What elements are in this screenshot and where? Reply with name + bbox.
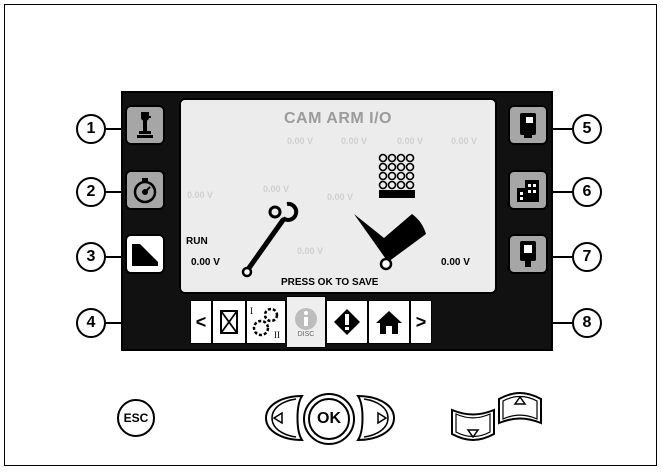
callout-2: 2 bbox=[76, 177, 106, 207]
cam-arm-button[interactable] bbox=[125, 234, 165, 274]
controller-icon bbox=[520, 113, 536, 138]
callout-line-5 bbox=[552, 128, 572, 130]
prev-label: < bbox=[195, 311, 207, 332]
prev-button[interactable]: < bbox=[190, 300, 212, 344]
controller-button[interactable] bbox=[508, 105, 548, 145]
ghost-value: 0.00 V bbox=[287, 136, 314, 146]
svg-text:II: II bbox=[274, 330, 280, 340]
ghost-value: 0.00 V bbox=[451, 136, 478, 146]
ok-key-label: OK bbox=[317, 410, 341, 427]
next-label: > bbox=[415, 311, 427, 332]
warning-icon bbox=[334, 309, 360, 335]
cam-arm-icon bbox=[132, 244, 158, 266]
home-icon bbox=[376, 311, 402, 334]
cam-arm-panel: CAM ARM I/O 0.00 V 0.00 V 0.00 V 0.00 V … bbox=[179, 98, 497, 294]
ghost-value: 0.00 V bbox=[327, 192, 354, 202]
ghost-value: 0.00 V bbox=[341, 136, 368, 146]
left-arrow-key[interactable] bbox=[262, 393, 308, 443]
page-title: CAM ARM I/O bbox=[283, 110, 392, 127]
handheld-button[interactable] bbox=[508, 234, 548, 274]
stopwatch-button[interactable] bbox=[125, 170, 165, 210]
joystick-icon bbox=[137, 112, 153, 138]
down-arrow-key[interactable] bbox=[449, 404, 497, 446]
info-caption: DISC bbox=[297, 330, 315, 338]
callout-line-7 bbox=[552, 256, 572, 258]
callout-7: 7 bbox=[572, 242, 602, 272]
callout-6: 6 bbox=[572, 177, 602, 207]
callout-1: 1 bbox=[76, 114, 106, 144]
ghost-value: 0.00 V bbox=[263, 184, 290, 194]
bottom-nav-bar: < I II DISC > bbox=[190, 296, 486, 348]
io-gears-icon: I II bbox=[250, 306, 280, 340]
ghost-value: 0.00 V bbox=[297, 246, 324, 256]
right-arrow-key[interactable] bbox=[352, 393, 398, 443]
dot-grid-icon bbox=[378, 153, 415, 198]
info-button[interactable]: DISC bbox=[286, 296, 326, 348]
building-icon bbox=[517, 180, 539, 202]
home-button[interactable] bbox=[368, 300, 410, 344]
building-button[interactable] bbox=[508, 170, 548, 210]
callout-4: 4 bbox=[76, 308, 106, 338]
run-label: RUN bbox=[186, 236, 208, 247]
callout-line-8 bbox=[552, 322, 572, 324]
stopwatch-icon bbox=[133, 178, 157, 204]
ghost-value: 0.00 V bbox=[397, 136, 424, 146]
esc-key[interactable]: ESC bbox=[117, 399, 155, 437]
warning-button[interactable] bbox=[326, 300, 368, 344]
joystick-button[interactable] bbox=[125, 105, 165, 145]
cam-icon bbox=[354, 214, 426, 271]
up-arrow-key[interactable] bbox=[496, 387, 544, 429]
hourglass-button[interactable] bbox=[212, 300, 246, 344]
handheld-icon bbox=[520, 241, 536, 267]
next-button[interactable]: > bbox=[410, 300, 432, 344]
arm-icon bbox=[241, 201, 299, 278]
svg-text:I: I bbox=[250, 306, 253, 316]
esc-key-label: ESC bbox=[123, 411, 149, 425]
callout-3: 3 bbox=[76, 242, 106, 272]
callout-5: 5 bbox=[572, 114, 602, 144]
left-voltage: 0.00 V bbox=[191, 257, 220, 268]
ghost-value: 0.00 V bbox=[187, 190, 214, 200]
callout-line-6 bbox=[552, 191, 572, 193]
callout-8: 8 bbox=[572, 308, 602, 338]
right-voltage: 0.00 V bbox=[441, 257, 470, 268]
ok-key[interactable]: OK bbox=[303, 393, 355, 445]
info-icon bbox=[295, 307, 317, 330]
hourglass-icon bbox=[220, 310, 238, 334]
io-gears-button[interactable]: I II bbox=[246, 300, 286, 344]
